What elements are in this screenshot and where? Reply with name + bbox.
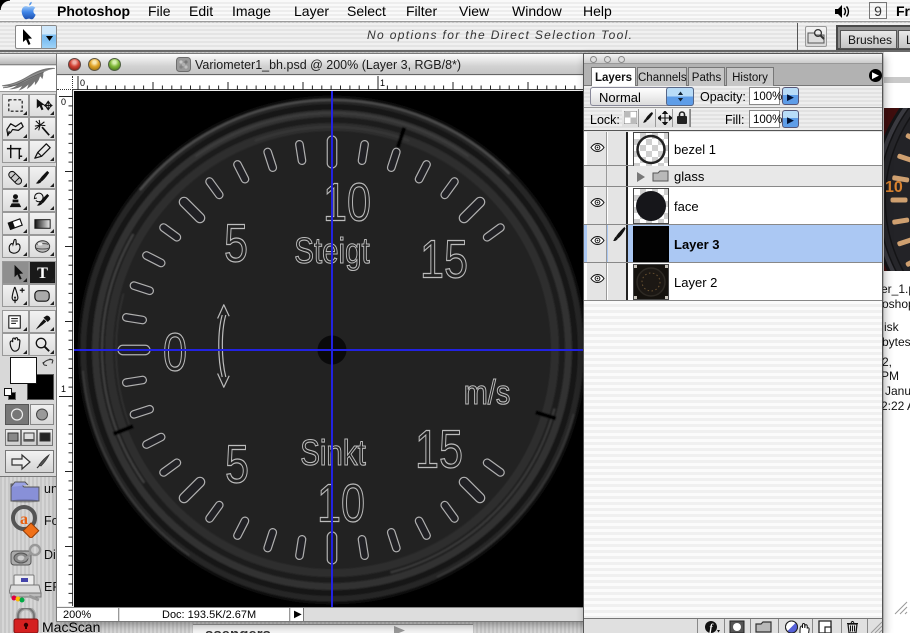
svg-text:1: 1 <box>61 384 66 394</box>
svg-text:10: 10 <box>317 474 365 534</box>
svg-text:m/s: m/s <box>464 373 511 412</box>
svg-text:a: a <box>20 511 28 528</box>
svg-text:10: 10 <box>323 173 371 233</box>
svg-text:15: 15 <box>415 420 463 480</box>
svg-text:0: 0 <box>163 323 187 383</box>
svg-text:15: 15 <box>420 230 468 290</box>
svg-text:5: 5 <box>224 214 248 274</box>
svg-text:T: T <box>37 264 48 282</box>
svg-text:0: 0 <box>61 97 66 107</box>
svg-text:0: 0 <box>80 78 85 88</box>
svg-text:5: 5 <box>225 435 249 495</box>
svg-text:10: 10 <box>885 179 903 196</box>
svg-text:1: 1 <box>380 78 385 88</box>
